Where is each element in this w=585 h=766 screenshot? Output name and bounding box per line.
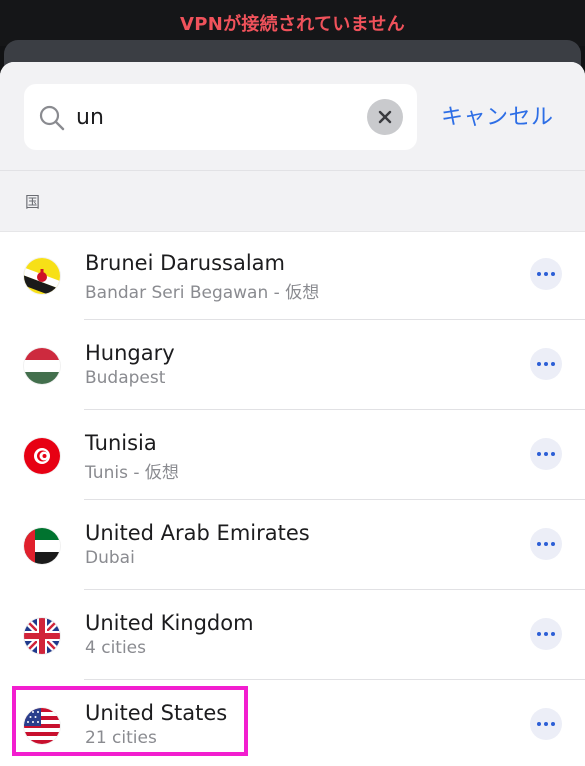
search-input[interactable] xyxy=(76,98,356,136)
more-options-button[interactable] xyxy=(530,708,562,740)
country-search-sheet: キャンセル 国 Brunei Darussalam Bandar Seri Be… xyxy=(0,62,585,766)
country-subtitle: Bandar Seri Begawan - 仮想 xyxy=(85,283,320,303)
country-list: Brunei Darussalam Bandar Seri Begawan - … xyxy=(0,230,585,766)
search-area: キャンセル xyxy=(0,62,585,170)
more-options-button[interactable] xyxy=(530,438,562,470)
more-options-button[interactable] xyxy=(530,528,562,560)
hungary-flag-icon xyxy=(24,348,60,384)
section-header: 国 xyxy=(0,170,585,232)
country-subtitle: Tunis - 仮想 xyxy=(85,463,179,483)
country-name: Hungary xyxy=(85,341,175,365)
country-subtitle: Budapest xyxy=(85,368,166,388)
country-name: United Kingdom xyxy=(85,611,254,635)
country-subtitle: 21 cities xyxy=(85,728,157,748)
country-row-tunisia[interactable]: Tunisia Tunis - 仮想 xyxy=(0,410,585,500)
us-flag-icon xyxy=(24,708,60,744)
country-row-brunei[interactable]: Brunei Darussalam Bandar Seri Begawan - … xyxy=(0,230,585,320)
more-options-button[interactable] xyxy=(530,348,562,380)
country-row-us[interactable]: United States 21 cities xyxy=(0,680,585,766)
uk-flag-icon xyxy=(24,618,60,654)
more-options-button[interactable] xyxy=(530,258,562,290)
clear-search-button[interactable] xyxy=(367,99,403,135)
country-row-uk[interactable]: United Kingdom 4 cities xyxy=(0,590,585,680)
country-subtitle: 4 cities xyxy=(85,638,146,658)
cancel-button[interactable]: キャンセル xyxy=(441,99,554,131)
uae-flag-icon xyxy=(24,528,60,564)
vpn-status-text: VPNが接続されていません xyxy=(179,14,405,35)
close-icon xyxy=(378,110,392,124)
search-icon xyxy=(39,105,65,131)
tunisia-flag-icon xyxy=(24,438,60,474)
country-subtitle: Dubai xyxy=(85,548,135,568)
country-name: United Arab Emirates xyxy=(85,521,310,545)
brunei-flag-icon xyxy=(24,258,60,294)
country-row-hungary[interactable]: Hungary Budapest xyxy=(0,320,585,410)
country-name: Brunei Darussalam xyxy=(85,251,285,275)
search-box[interactable] xyxy=(24,84,417,150)
country-name: United States xyxy=(85,701,228,725)
country-name: Tunisia xyxy=(85,431,157,455)
more-options-button[interactable] xyxy=(530,618,562,650)
country-row-uae[interactable]: United Arab Emirates Dubai xyxy=(0,500,585,590)
section-label: 国 xyxy=(25,193,41,211)
